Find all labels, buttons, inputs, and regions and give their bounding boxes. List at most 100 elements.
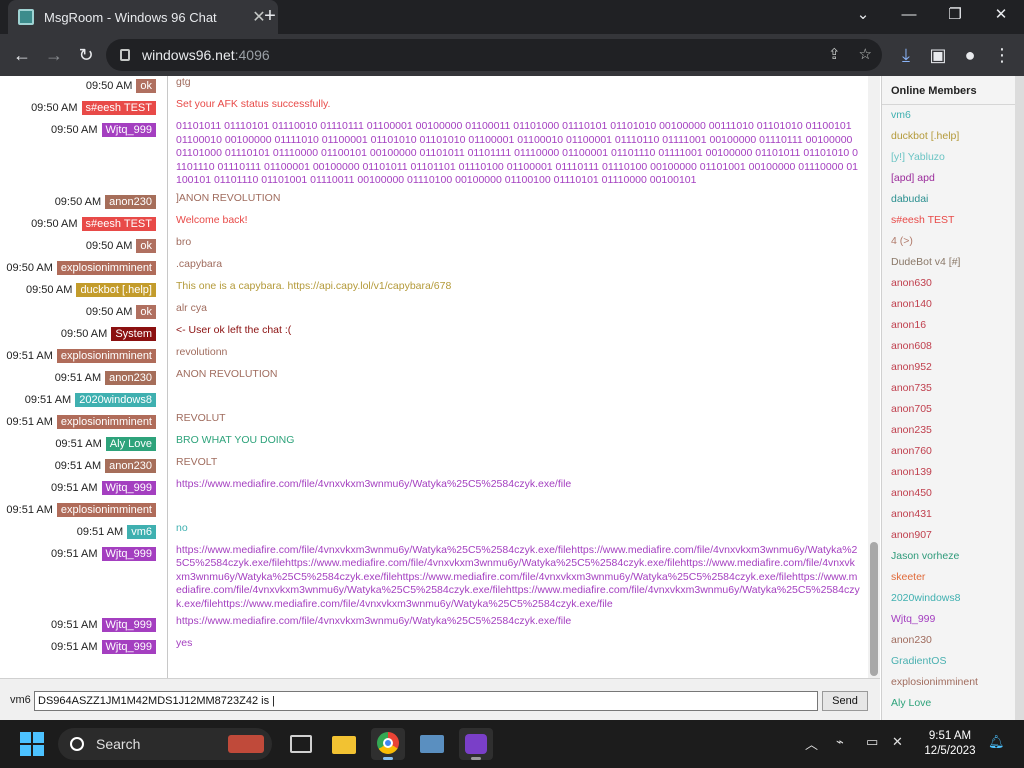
close-window-button[interactable]: ✕	[978, 0, 1024, 30]
file-explorer-icon[interactable]	[327, 728, 361, 760]
message-username[interactable]: explosionimminent	[56, 502, 156, 517]
menu-kebab-icon[interactable]: ⋮	[986, 39, 1018, 71]
member-item[interactable]: [y!] Yabluzo	[882, 147, 1015, 168]
member-item[interactable]: anon630	[882, 273, 1015, 294]
member-item[interactable]: Aly Love	[882, 693, 1015, 714]
show-hidden-icons-chevron-icon[interactable]: ︿	[805, 734, 818, 753]
chat-scrollbar[interactable]	[868, 76, 880, 678]
message-username[interactable]: anon230	[105, 194, 156, 209]
message-meta: 09:51 AM Wjtq_999	[0, 478, 160, 496]
message-meta: 09:51 AM Wjtq_999	[0, 615, 160, 633]
members-scrollbar[interactable]	[1015, 76, 1024, 720]
notification-bell-icon[interactable]: 🔔︎	[988, 734, 1005, 750]
taskbar-search[interactable]: Search	[58, 728, 272, 760]
task-view-icon[interactable]	[284, 728, 318, 760]
message-username[interactable]: s#eesh TEST	[81, 101, 156, 115]
member-item[interactable]: skeeter	[882, 567, 1015, 588]
message-username[interactable]: ok	[136, 304, 156, 319]
member-item[interactable]: anon235	[882, 420, 1015, 441]
member-item[interactable]: anon140	[882, 294, 1015, 315]
message-username[interactable]: Wjtq_999	[101, 123, 156, 137]
message-username[interactable]: Wjtq_999	[101, 640, 156, 654]
photos-app-icon[interactable]	[415, 728, 449, 760]
member-item[interactable]: anon907	[882, 525, 1015, 546]
message-username[interactable]: vm6	[127, 524, 156, 539]
message-username[interactable]: explosionimminent	[56, 414, 156, 429]
member-item[interactable]: anon760	[882, 441, 1015, 462]
member-item[interactable]: anon735	[882, 378, 1015, 399]
message-username[interactable]: Wjtq_999	[101, 618, 156, 632]
message-username[interactable]: System	[111, 326, 156, 341]
chat-message: 09:51 AM Wjtq_999 https://www.mediafire.co…	[0, 474, 868, 496]
member-item[interactable]: Wjtq_999	[882, 609, 1015, 630]
message-username[interactable]: ok	[136, 79, 156, 93]
member-item[interactable]: Jason vorheze	[882, 546, 1015, 567]
share-icon[interactable]: ⇪	[828, 45, 841, 63]
member-item[interactable]: anon230	[882, 630, 1015, 651]
member-item[interactable]: anon139	[882, 462, 1015, 483]
message-username[interactable]: anon230	[105, 458, 156, 473]
send-button[interactable]: Send	[822, 691, 868, 711]
minimize-button[interactable]: —	[886, 0, 932, 30]
bookmark-star-icon[interactable]: ☆	[859, 45, 872, 63]
taskbar-clock[interactable]: 9:51 AM 12/5/2023	[918, 729, 982, 759]
side-panel-icon[interactable]: ▣	[922, 39, 954, 71]
member-item[interactable]: GradientOS	[882, 651, 1015, 672]
message-username[interactable]: explosionimminent	[56, 260, 156, 275]
profile-icon[interactable]: ●	[954, 39, 986, 71]
network-icon[interactable]: ⌁	[836, 734, 844, 750]
tab-title: MsgRoom - Windows 96 Chat	[44, 9, 217, 25]
message-username[interactable]: Wjtq_999	[101, 546, 156, 561]
chat-log[interactable]: 09:50 AM ok gtg 09:50 AM s#eesh TEST Set your…	[0, 76, 868, 678]
message-username[interactable]: ok	[136, 238, 156, 253]
download-icon[interactable]: ⤓	[890, 39, 922, 71]
url-port: :4096	[234, 47, 270, 63]
message-username[interactable]: 2020windows8	[75, 392, 156, 407]
volume-muted-icon[interactable]: ✕	[892, 734, 903, 750]
search-icon	[70, 737, 84, 751]
message-username[interactable]: Aly Love	[105, 436, 156, 451]
message-time: 09:50 AM	[54, 195, 102, 208]
chrome-icon[interactable]	[371, 728, 405, 760]
message-meta: 09:50 AM duckbot [.help]	[0, 280, 160, 298]
message-username[interactable]: duckbot [.help]	[76, 282, 156, 297]
message-username[interactable]: explosionimminent	[56, 348, 156, 363]
member-item[interactable]: explosionimminent	[882, 672, 1015, 693]
message-text: REVOLT	[176, 455, 218, 468]
member-item[interactable]: anon952	[882, 357, 1015, 378]
message-username[interactable]: Wjtq_999	[101, 480, 156, 495]
tab-search-chevron-icon[interactable]: ⌄	[840, 0, 886, 30]
message-input[interactable]	[34, 691, 818, 711]
display-icon[interactable]: ▭	[866, 734, 878, 750]
member-item[interactable]: anon431	[882, 504, 1015, 525]
reload-icon[interactable]: ↻	[70, 39, 102, 71]
message-time: 09:51 AM	[54, 459, 102, 472]
message-username[interactable]: anon230	[105, 370, 156, 385]
back-arrow-icon[interactable]: ←	[6, 39, 38, 71]
restore-button[interactable]: ❐	[932, 0, 978, 30]
new-tab-button[interactable]: +	[258, 4, 282, 30]
member-item[interactable]: vm6	[882, 105, 1015, 126]
browser-tab[interactable]: MsgRoom - Windows 96 Chat ✕	[8, 0, 278, 34]
member-item[interactable]: 2020windows8	[882, 588, 1015, 609]
member-item[interactable]: s#eesh TEST	[882, 210, 1015, 231]
address-bar[interactable]: windows96.net :4096 ⇪ ☆	[106, 39, 882, 71]
message-meta: 09:50 AM ok	[0, 302, 160, 320]
message-username[interactable]: s#eesh TEST	[81, 216, 156, 231]
member-item[interactable]: dabudai	[882, 189, 1015, 210]
member-item[interactable]: anon16	[882, 315, 1015, 336]
member-item[interactable]: anon450	[882, 483, 1015, 504]
message-list: 09:50 AM ok gtg 09:50 AM s#eesh TEST Set your…	[0, 76, 868, 655]
clipchamp-icon[interactable]	[459, 728, 493, 760]
chat-message: 09:50 AM s#eesh TEST Welcome back!	[0, 210, 868, 232]
member-item[interactable]: anon705	[882, 399, 1015, 420]
member-item[interactable]: DudeBot v4 [#]	[882, 252, 1015, 273]
member-item[interactable]: duckbot [.help]	[882, 126, 1015, 147]
start-button-icon[interactable]	[20, 732, 44, 756]
scrollbar-thumb[interactable]	[870, 542, 878, 676]
member-item[interactable]: [apd] apd	[882, 168, 1015, 189]
chat-message: 09:51 AM 2020windows8	[0, 386, 868, 408]
member-item[interactable]: 4 (>)	[882, 231, 1015, 252]
forward-arrow-icon[interactable]: →	[38, 39, 70, 71]
member-item[interactable]: anon608	[882, 336, 1015, 357]
